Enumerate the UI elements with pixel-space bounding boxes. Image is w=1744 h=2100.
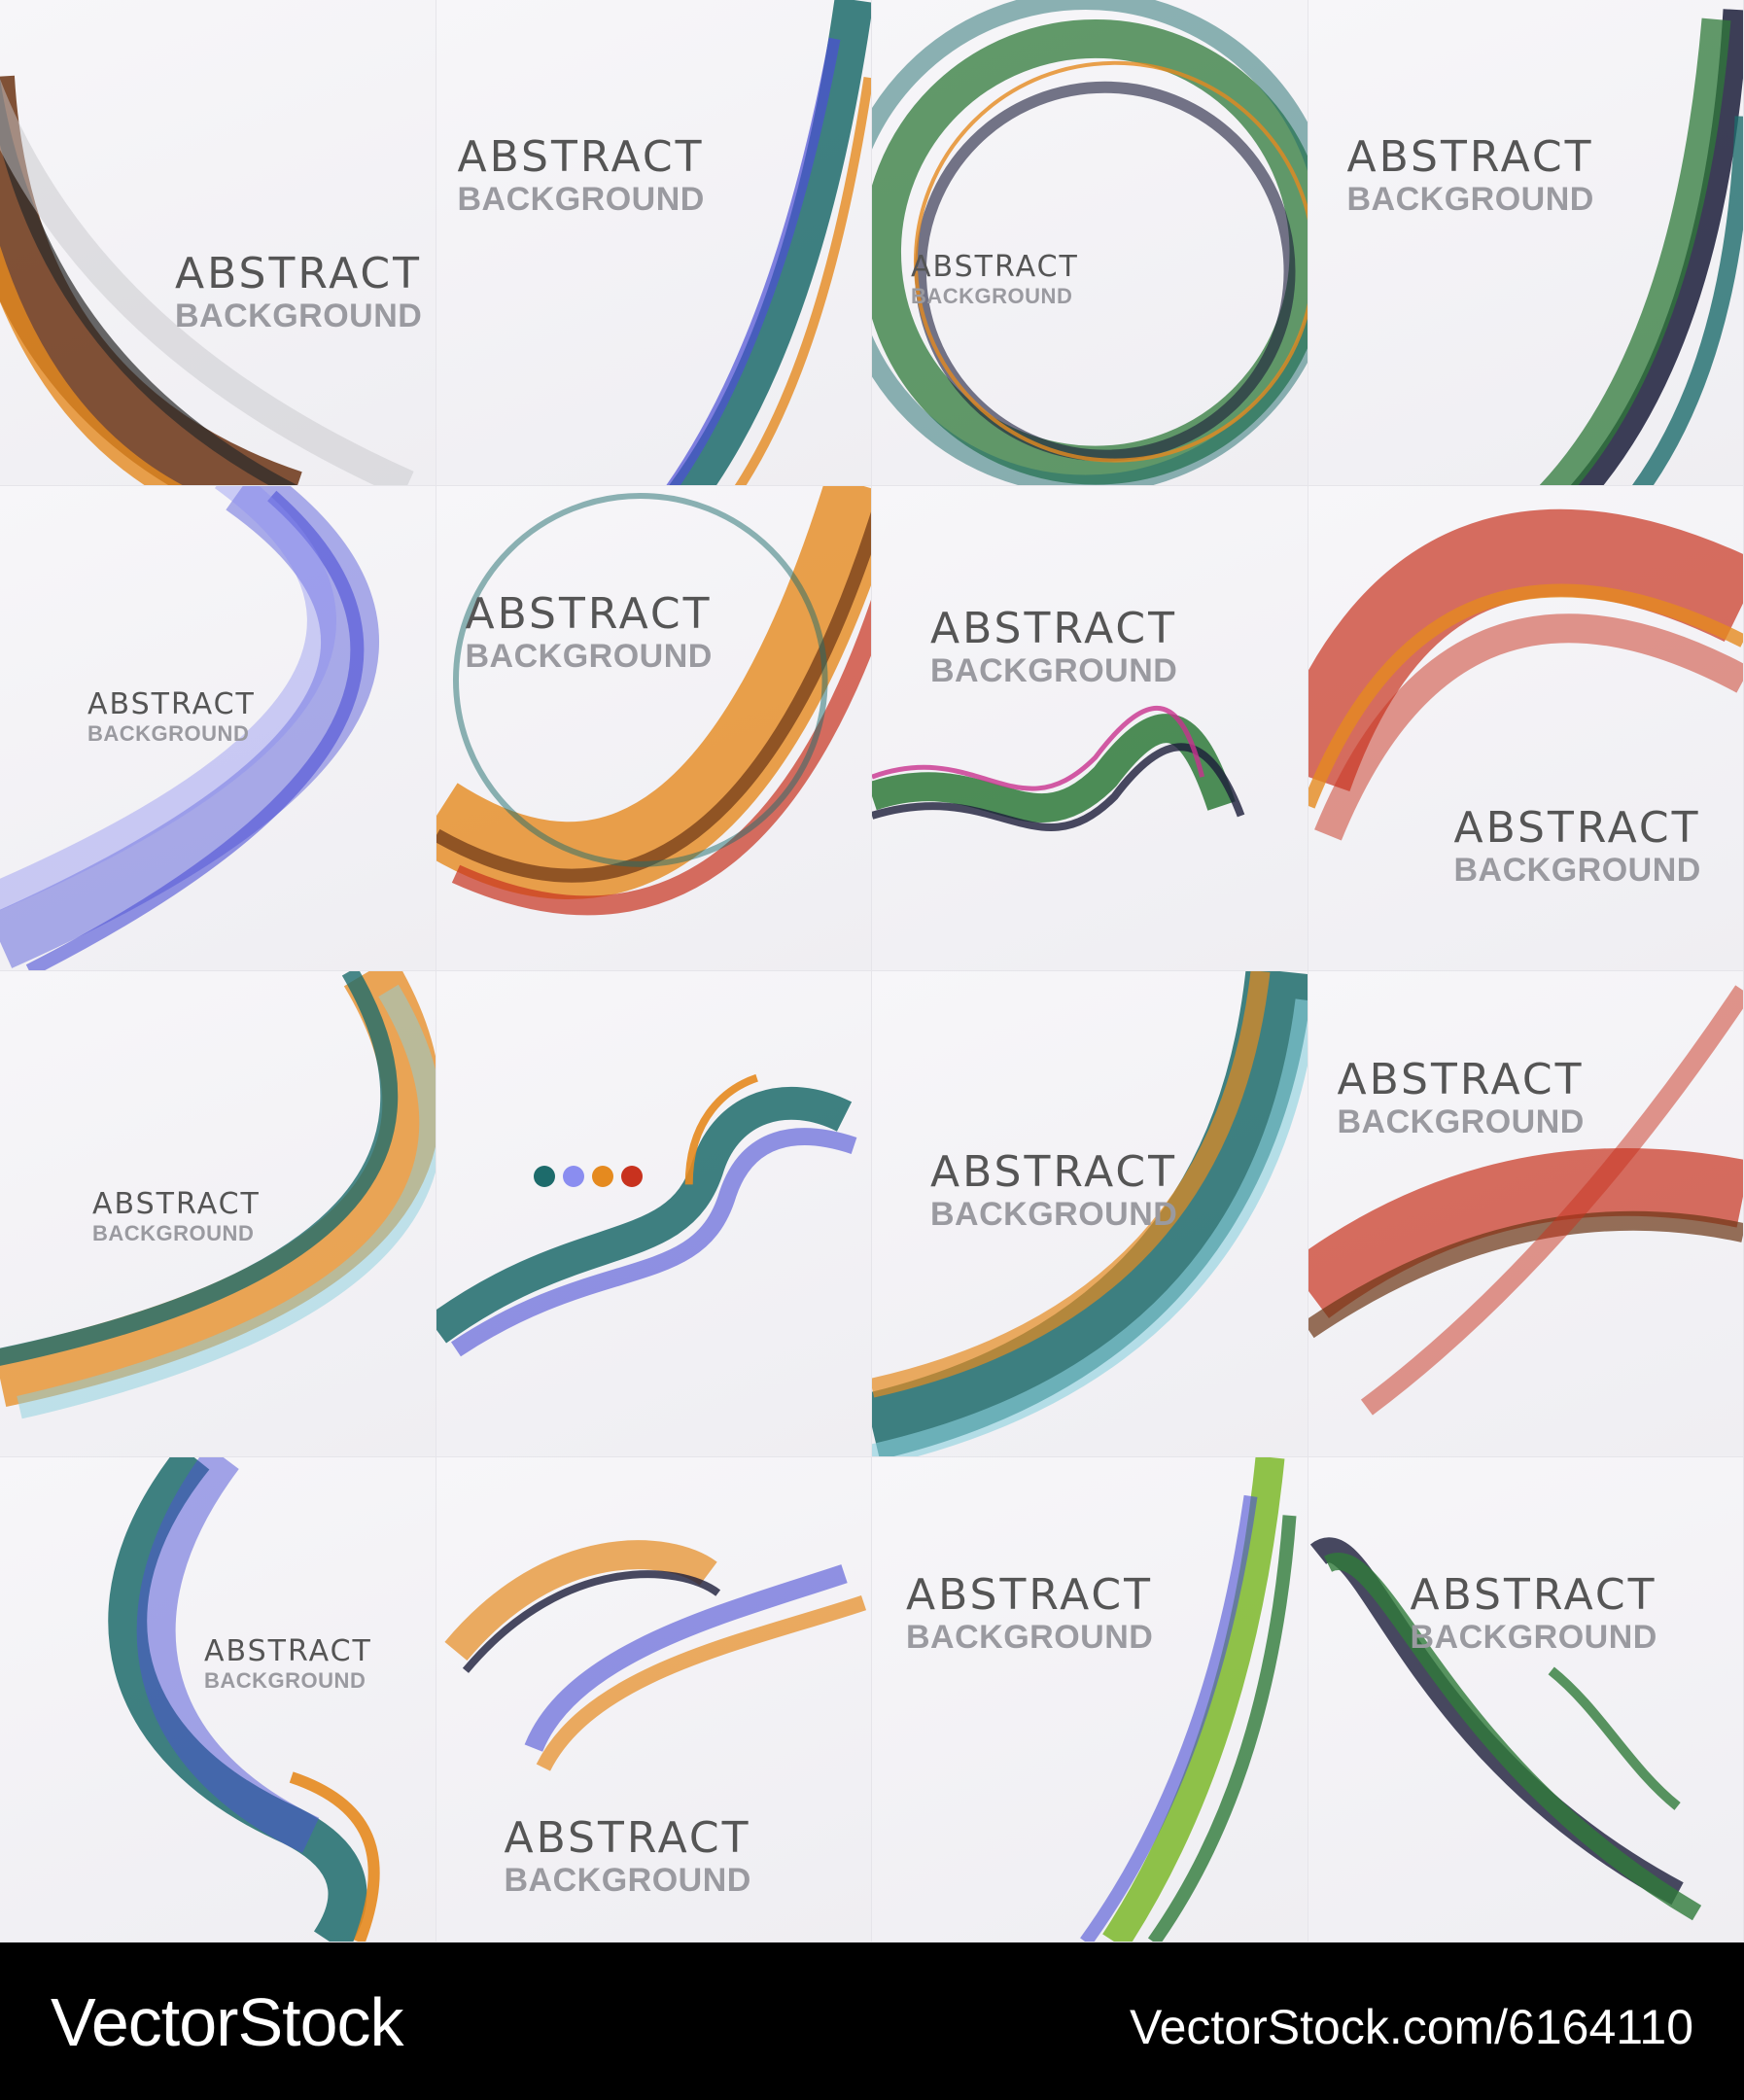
tile-14: ABSTRACT BACKGROUND — [436, 1456, 872, 1942]
logo-background: BACKGROUND — [92, 1221, 255, 1245]
tile-1: ABSTRACT BACKGROUND — [0, 0, 436, 486]
logo-background: BACKGROUND — [911, 284, 1073, 308]
tile-15: ABSTRACT BACKGROUND — [872, 1456, 1308, 1942]
teal-ribbon-art — [436, 1073, 856, 1357]
tile-8: ABSTRACT BACKGROUND — [1308, 485, 1744, 971]
green-edge-art — [1539, 9, 1743, 485]
red-arc-art — [1308, 508, 1743, 841]
logo-background: BACKGROUND — [457, 181, 705, 218]
logo-background: BACKGROUND — [930, 651, 1178, 689]
logo-background: BACKGROUND — [930, 1196, 1178, 1233]
logo-background: BACKGROUND — [1337, 1103, 1585, 1140]
logo-background: BACKGROUND — [1346, 181, 1594, 218]
logo-abstract: ABSTRACT — [204, 1633, 372, 1668]
page: ABSTRACT BACKGROUND ABSTRACT BACKGROUND — [0, 0, 1744, 2100]
logo-7: ABSTRACT BACKGROUND — [930, 603, 1178, 689]
logo-2: ABSTRACT BACKGROUND — [457, 132, 705, 218]
logo-11: ABSTRACT BACKGROUND — [930, 1147, 1178, 1233]
logo-6: ABSTRACT BACKGROUND — [465, 588, 713, 675]
tile-grid: ABSTRACT BACKGROUND ABSTRACT BACKGROUND — [0, 0, 1744, 1942]
logo-background: BACKGROUND — [504, 1861, 751, 1899]
watermark-footer: VectorStock VectorStock.com/6164110 — [0, 1942, 1744, 2100]
logo-abstract: ABSTRACT — [1346, 132, 1594, 182]
color-dots — [533, 1166, 643, 1187]
dot-teal — [533, 1166, 555, 1187]
green-stripes-art — [1080, 1456, 1297, 1942]
logo-background: BACKGROUND — [87, 720, 250, 746]
tile-16: ABSTRACT BACKGROUND — [1308, 1456, 1744, 1942]
logo-15: ABSTRACT BACKGROUND — [906, 1569, 1154, 1656]
dot-red — [620, 1166, 643, 1187]
logo-abstract: ABSTRACT — [457, 132, 705, 182]
red-wave-art — [1308, 985, 1743, 1416]
orange-circle-art — [436, 485, 871, 915]
vectorstock-brand: VectorStock — [51, 1984, 404, 2060]
logo-background: BACKGROUND — [1410, 1618, 1657, 1656]
tile-13: ABSTRACT BACKGROUND — [0, 1456, 436, 1942]
logo-4: ABSTRACT BACKGROUND — [1346, 132, 1594, 218]
dot-orange — [591, 1166, 613, 1187]
logo-3: ABSTRACT BACKGROUND — [911, 253, 1079, 307]
logo-abstract: ABSTRACT — [92, 1187, 261, 1221]
logo-background: BACKGROUND — [204, 1667, 366, 1693]
brown-swirl-art — [0, 75, 414, 485]
logo-background: BACKGROUND — [1453, 851, 1701, 889]
dark-green-art — [1309, 1536, 1701, 1920]
tile-3: ABSTRACT BACKGROUND — [872, 0, 1308, 486]
tile-7: ABSTRACT BACKGROUND — [872, 485, 1308, 971]
logo-abstract: ABSTRACT — [906, 1569, 1154, 1620]
green-wave-art — [872, 705, 1245, 831]
logo-abstract: ABSTRACT — [504, 1812, 751, 1863]
logo-14: ABSTRACT BACKGROUND — [504, 1812, 751, 1899]
green-rings-art — [872, 0, 1308, 485]
logo-5: ABSTRACT BACKGROUND — [87, 686, 256, 746]
tile-12: ABSTRACT BACKGROUND — [1308, 971, 1744, 1457]
logo-abstract: ABSTRACT — [87, 686, 256, 721]
tile-9: ABSTRACT BACKGROUND — [0, 971, 436, 1457]
logo-abstract: ABSTRACT — [1410, 1569, 1657, 1620]
logo-abstract: ABSTRACT — [1453, 802, 1701, 853]
logo-16: ABSTRACT BACKGROUND — [1410, 1569, 1657, 1656]
logo-abstract: ABSTRACT — [465, 588, 713, 639]
logo-9: ABSTRACT BACKGROUND — [92, 1190, 261, 1244]
logo-1: ABSTRACT BACKGROUND — [175, 249, 423, 334]
teal-edge-art — [666, 0, 871, 485]
logo-13: ABSTRACT BACKGROUND — [204, 1633, 372, 1693]
logo-background: BACKGROUND — [906, 1618, 1154, 1656]
tile-5: ABSTRACT BACKGROUND — [0, 485, 436, 971]
logo-abstract: ABSTRACT — [911, 250, 1079, 284]
tile-6: ABSTRACT BACKGROUND — [436, 485, 872, 971]
logo-8: ABSTRACT BACKGROUND — [1453, 802, 1701, 889]
logo-background: BACKGROUND — [465, 637, 713, 675]
image-id: VectorStock.com/6164110 — [1130, 2000, 1693, 2054]
logo-abstract: ABSTRACT — [175, 249, 423, 298]
logo-12: ABSTRACT BACKGROUND — [1337, 1055, 1585, 1140]
logo-abstract: ABSTRACT — [1337, 1055, 1585, 1104]
logo-abstract: ABSTRACT — [930, 1147, 1178, 1197]
tile-2: ABSTRACT BACKGROUND — [436, 0, 872, 486]
logo-abstract: ABSTRACT — [930, 603, 1178, 653]
tile-11: ABSTRACT BACKGROUND — [872, 971, 1308, 1457]
blue-teal-ribbon-art — [108, 1456, 380, 1942]
dot-lavender — [562, 1166, 584, 1187]
logo-background: BACKGROUND — [175, 298, 423, 334]
tile-4: ABSTRACT BACKGROUND — [1308, 0, 1744, 486]
tile-10 — [436, 971, 872, 1457]
